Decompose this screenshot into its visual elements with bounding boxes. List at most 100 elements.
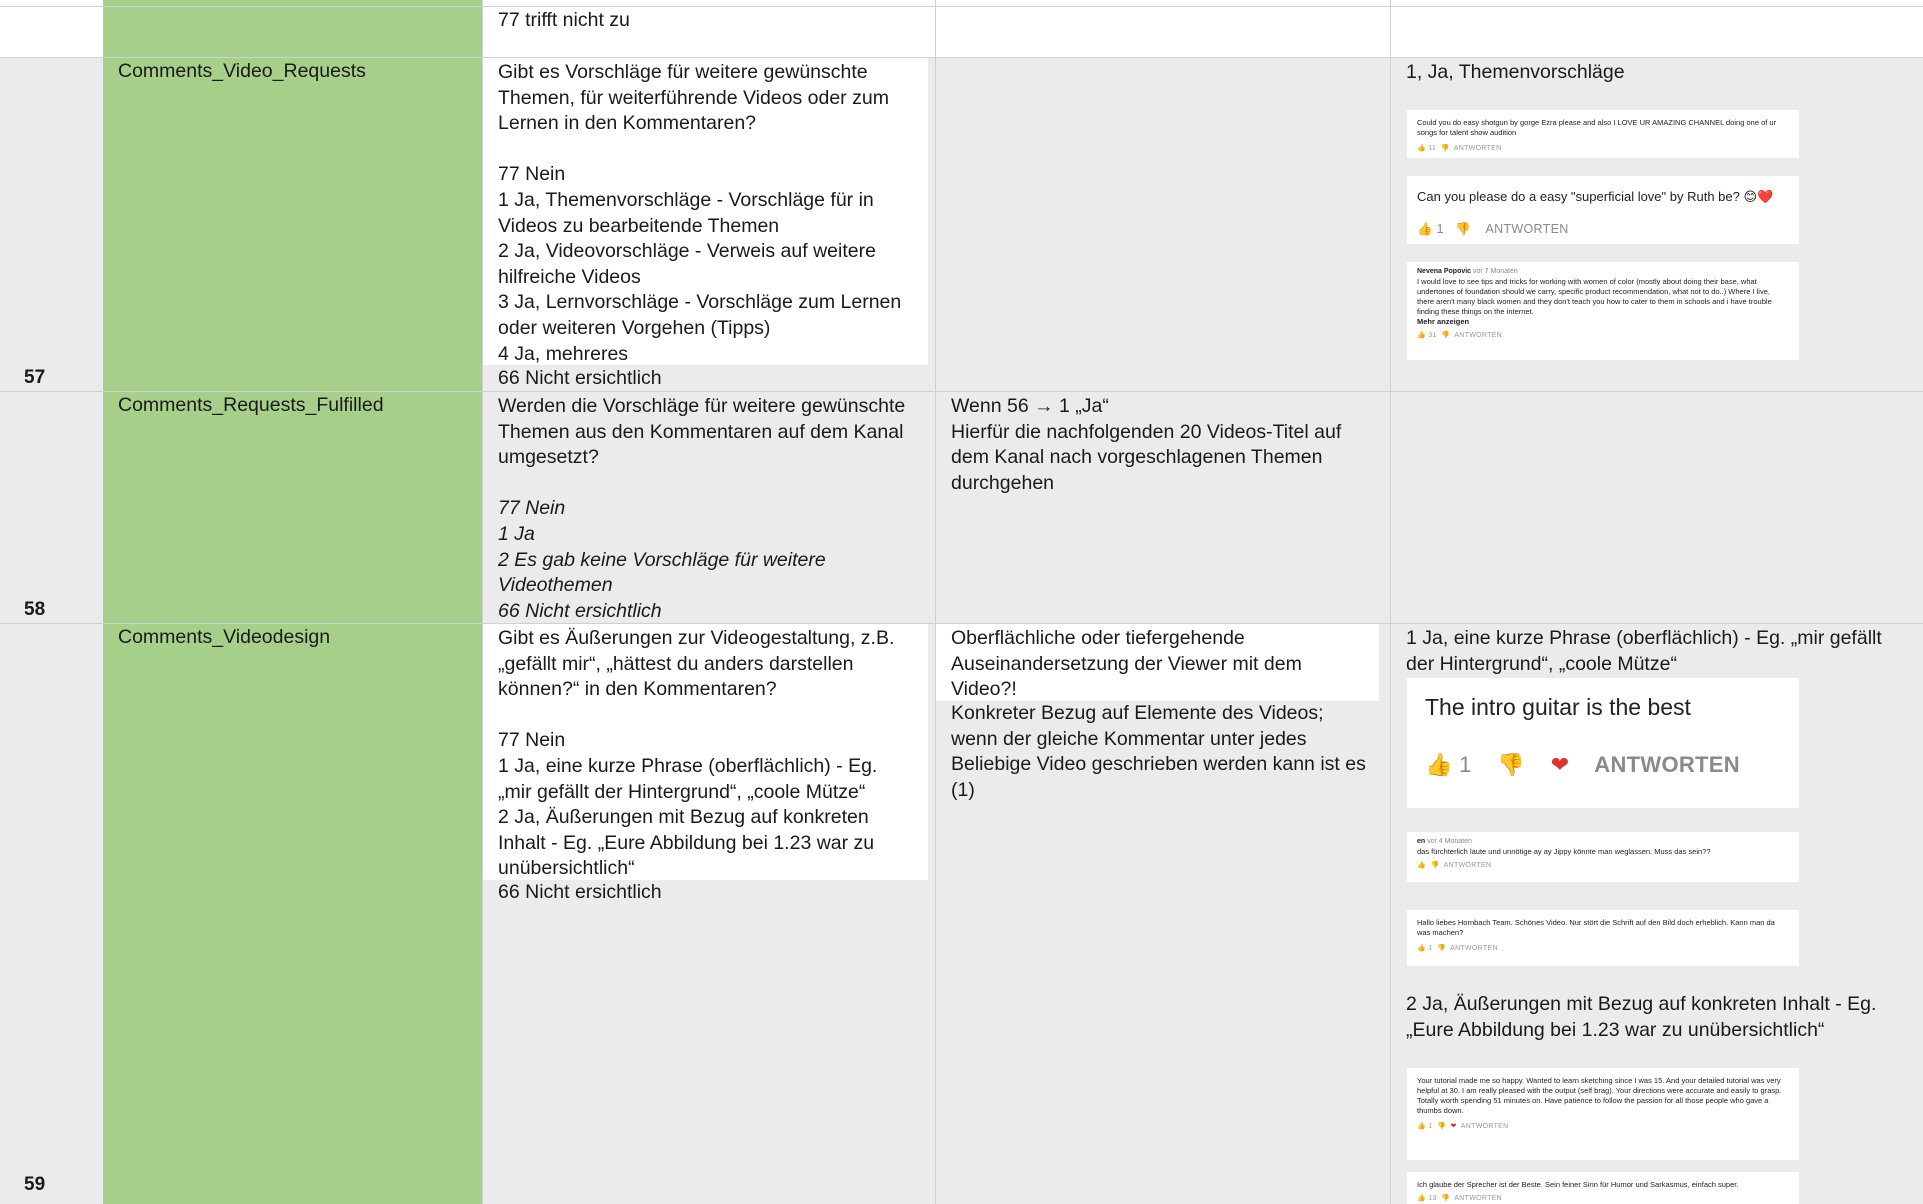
coding-cell: Gibt es Vorschläge für weitere gewünscht… bbox=[482, 58, 935, 391]
thumbs-up-icon[interactable]: 👍 bbox=[1425, 752, 1453, 777]
variable-name: Comments_Videodesign bbox=[118, 626, 331, 648]
thumbs-up-icon[interactable]: 👍 bbox=[1417, 222, 1433, 236]
reply-button[interactable]: ANTWORTEN bbox=[1461, 1123, 1509, 1130]
comment-card: Your tutorial made me so happy. Wanted t… bbox=[1407, 1068, 1799, 1160]
note-cell: Oberflächliche oder tiefergehende Ausein… bbox=[935, 624, 1390, 1204]
thumbs-up-icon[interactable]: 👍 bbox=[1417, 145, 1426, 152]
comment-card: Nevena Popovic vor 7 Monaten I would lov… bbox=[1407, 262, 1799, 360]
example-header: 1 Ja, eine kurze Phrase (oberflächlich) … bbox=[1406, 627, 1888, 675]
comment-actions: 👍 1 👎 ANTWORTEN bbox=[1417, 220, 1789, 238]
question-text: Werden die Vorschläge für weitere gewüns… bbox=[498, 395, 911, 469]
thumbs-down-icon[interactable]: 👎 bbox=[1431, 862, 1440, 869]
like-count: 31 bbox=[1428, 332, 1437, 339]
code-item: 2 Ja, Äußerungen mit Bezug auf konkreten… bbox=[498, 806, 880, 880]
thumbs-down-icon[interactable]: 👎 bbox=[1497, 752, 1525, 777]
number-cell bbox=[0, 0, 103, 57]
thumbs-down-icon[interactable]: 👎 bbox=[1441, 332, 1450, 339]
reply-button[interactable]: ANTWORTEN bbox=[1594, 752, 1740, 777]
example-header: 1, Ja, Themenvorschläge bbox=[1406, 61, 1625, 83]
comment-actions: 👍 31 👎 ANTWORTEN bbox=[1417, 331, 1789, 341]
thumbs-up-icon[interactable]: 👍 bbox=[1417, 945, 1426, 952]
comment-text: das fürchterlich laute und unnötige ay a… bbox=[1417, 847, 1711, 856]
like-count: 1 bbox=[1428, 945, 1433, 952]
thumbs-down-icon[interactable]: 👎 bbox=[1437, 1123, 1446, 1130]
thumbs-down-icon[interactable]: 👎 bbox=[1441, 1195, 1450, 1202]
comment-actions: 👍 1 👎 ANTWORTEN bbox=[1417, 944, 1789, 954]
example-cell bbox=[1390, 0, 1923, 57]
comment-author: en vor 4 Monaten bbox=[1417, 837, 1789, 847]
example-header: 2 Ja, Äußerungen mit Bezug auf konkreten… bbox=[1406, 993, 1882, 1041]
thumbs-down-icon[interactable]: 👎 bbox=[1441, 145, 1450, 152]
code-item: 77 Nein bbox=[498, 497, 566, 520]
row-number: 59 bbox=[24, 1174, 46, 1195]
code-item: 66 Nicht ersichtlich bbox=[498, 881, 662, 903]
like-count: 1 bbox=[1428, 1123, 1433, 1130]
comment-card: en vor 4 Monaten das fürchterlich laute … bbox=[1407, 832, 1799, 882]
thumbs-up-icon[interactable]: 👍 bbox=[1417, 862, 1426, 869]
code-item: 2 Ja, Videovorschläge - Verweis auf weit… bbox=[498, 240, 882, 288]
coding-table: 77 trifft nicht zu 57 Comments_Video_Req… bbox=[0, 0, 1923, 1204]
reply-button[interactable]: ANTWORTEN bbox=[1450, 945, 1498, 952]
example-cell: 1 Ja, eine kurze Phrase (oberflächlich) … bbox=[1390, 624, 1923, 1204]
like-count: 1 bbox=[1436, 222, 1444, 236]
table-row-59: 59 Comments_Videodesign Gibt es Äußerung… bbox=[0, 624, 1923, 1204]
comment-text: Could you do easy shotgun by gorge Ezra … bbox=[1417, 118, 1777, 137]
code-item: 66 Nicht ersichtlich bbox=[498, 599, 662, 622]
heart-icon: ❤ bbox=[1450, 1123, 1457, 1130]
thumbs-up-icon[interactable]: 👍 bbox=[1417, 1123, 1426, 1130]
reply-button[interactable]: ANTWORTEN bbox=[1486, 222, 1569, 236]
note-cell: Wenn 56 → 1 „Ja“ Hierfür die nachfolgend… bbox=[935, 392, 1390, 623]
reply-button[interactable]: ANTWORTEN bbox=[1454, 332, 1502, 339]
row-number: 57 bbox=[24, 367, 46, 388]
note-text: Wenn 56 → 1 „Ja“ Hierfür die nachfolgend… bbox=[951, 395, 1342, 494]
variable-cell: Comments_Video_Requests bbox=[103, 58, 482, 391]
comment-card: Hallo liebes Hornbach Team. Schönes Vide… bbox=[1407, 910, 1799, 966]
note-text: Konkreter Bezug auf Elemente des Videos;… bbox=[951, 702, 1372, 801]
thumbs-down-icon[interactable]: 👎 bbox=[1437, 945, 1446, 952]
row-number: 58 bbox=[24, 599, 46, 620]
like-count: 1 bbox=[1459, 752, 1472, 777]
code-item: 3 Ja, Lernvorschläge - Vorschläge zum Le… bbox=[498, 291, 907, 339]
number-cell: 58 bbox=[0, 392, 103, 623]
comment-card: The intro guitar is the best 👍 1 👎 ❤ ANT… bbox=[1407, 678, 1799, 808]
example-cell bbox=[1390, 392, 1923, 623]
question-text: Gibt es Vorschläge für weitere gewünscht… bbox=[498, 61, 895, 135]
comment-card: Can you please do a easy "superficial lo… bbox=[1407, 176, 1799, 244]
coding-box: Gibt es Äußerungen zur Videogestaltung, … bbox=[483, 624, 928, 880]
comment-text: Ich glaube der Sprecher ist der Beste. S… bbox=[1417, 1180, 1739, 1189]
note-cell bbox=[935, 58, 1390, 391]
comment-actions: 👍 13 👎 ANTWORTEN bbox=[1417, 1194, 1789, 1204]
note-box: Oberflächliche oder tiefergehende Ausein… bbox=[936, 624, 1379, 701]
variable-name: Comments_Video_Requests bbox=[118, 60, 366, 82]
comment-card: Ich glaube der Sprecher ist der Beste. S… bbox=[1407, 1172, 1799, 1204]
comment-actions: 👍 1 👎 ❤ ANTWORTEN bbox=[1417, 1122, 1789, 1132]
show-more-link[interactable]: Mehr anzeigen bbox=[1417, 317, 1789, 327]
code-item: 77 Nein bbox=[498, 729, 566, 752]
comment-actions: 👍 👎 ANTWORTEN bbox=[1417, 861, 1789, 871]
thumbs-down-icon[interactable]: 👎 bbox=[1455, 222, 1471, 236]
variable-cell bbox=[103, 0, 482, 57]
number-cell: 59 bbox=[0, 624, 103, 1204]
comment-date: vor 4 Monaten bbox=[1427, 838, 1472, 845]
variable-name: Comments_Requests_Fulfilled bbox=[118, 394, 384, 416]
table-row-57: 57 Comments_Video_Requests Gibt es Vorsc… bbox=[0, 58, 1923, 391]
code-item: 77 Nein bbox=[498, 163, 566, 186]
heart-icon: ❤ bbox=[1550, 752, 1570, 777]
number-cell: 57 bbox=[0, 58, 103, 391]
comment-card: Could you do easy shotgun by gorge Ezra … bbox=[1407, 110, 1799, 158]
comment-actions: 👍 1 👎 ❤ ANTWORTEN bbox=[1425, 750, 1781, 780]
reply-button[interactable]: ANTWORTEN bbox=[1454, 145, 1502, 152]
comment-text: Your tutorial made me so happy. Wanted t… bbox=[1417, 1076, 1782, 1115]
comment-text: I would love to see tips and tricks for … bbox=[1417, 277, 1772, 316]
comment-text: Hallo liebes Hornbach Team. Schönes Vide… bbox=[1417, 918, 1775, 937]
reply-button[interactable]: ANTWORTEN bbox=[1444, 862, 1492, 869]
table-row-58: 58 Comments_Requests_Fulfilled Werden di… bbox=[0, 392, 1923, 623]
table-row-top: 77 trifft nicht zu bbox=[0, 0, 1923, 57]
coding-cell: Gibt es Äußerungen zur Videogestaltung, … bbox=[482, 624, 935, 1204]
thumbs-up-icon[interactable]: 👍 bbox=[1417, 1195, 1426, 1202]
thumbs-up-icon[interactable]: 👍 bbox=[1417, 332, 1426, 339]
reply-button[interactable]: ANTWORTEN bbox=[1454, 1195, 1502, 1202]
code-item: 2 Es gab keine Vorschläge für weitere Vi… bbox=[498, 548, 832, 597]
author-name: en bbox=[1417, 838, 1426, 845]
code-item: 1 Ja, eine kurze Phrase (oberflächlich) … bbox=[498, 754, 883, 803]
